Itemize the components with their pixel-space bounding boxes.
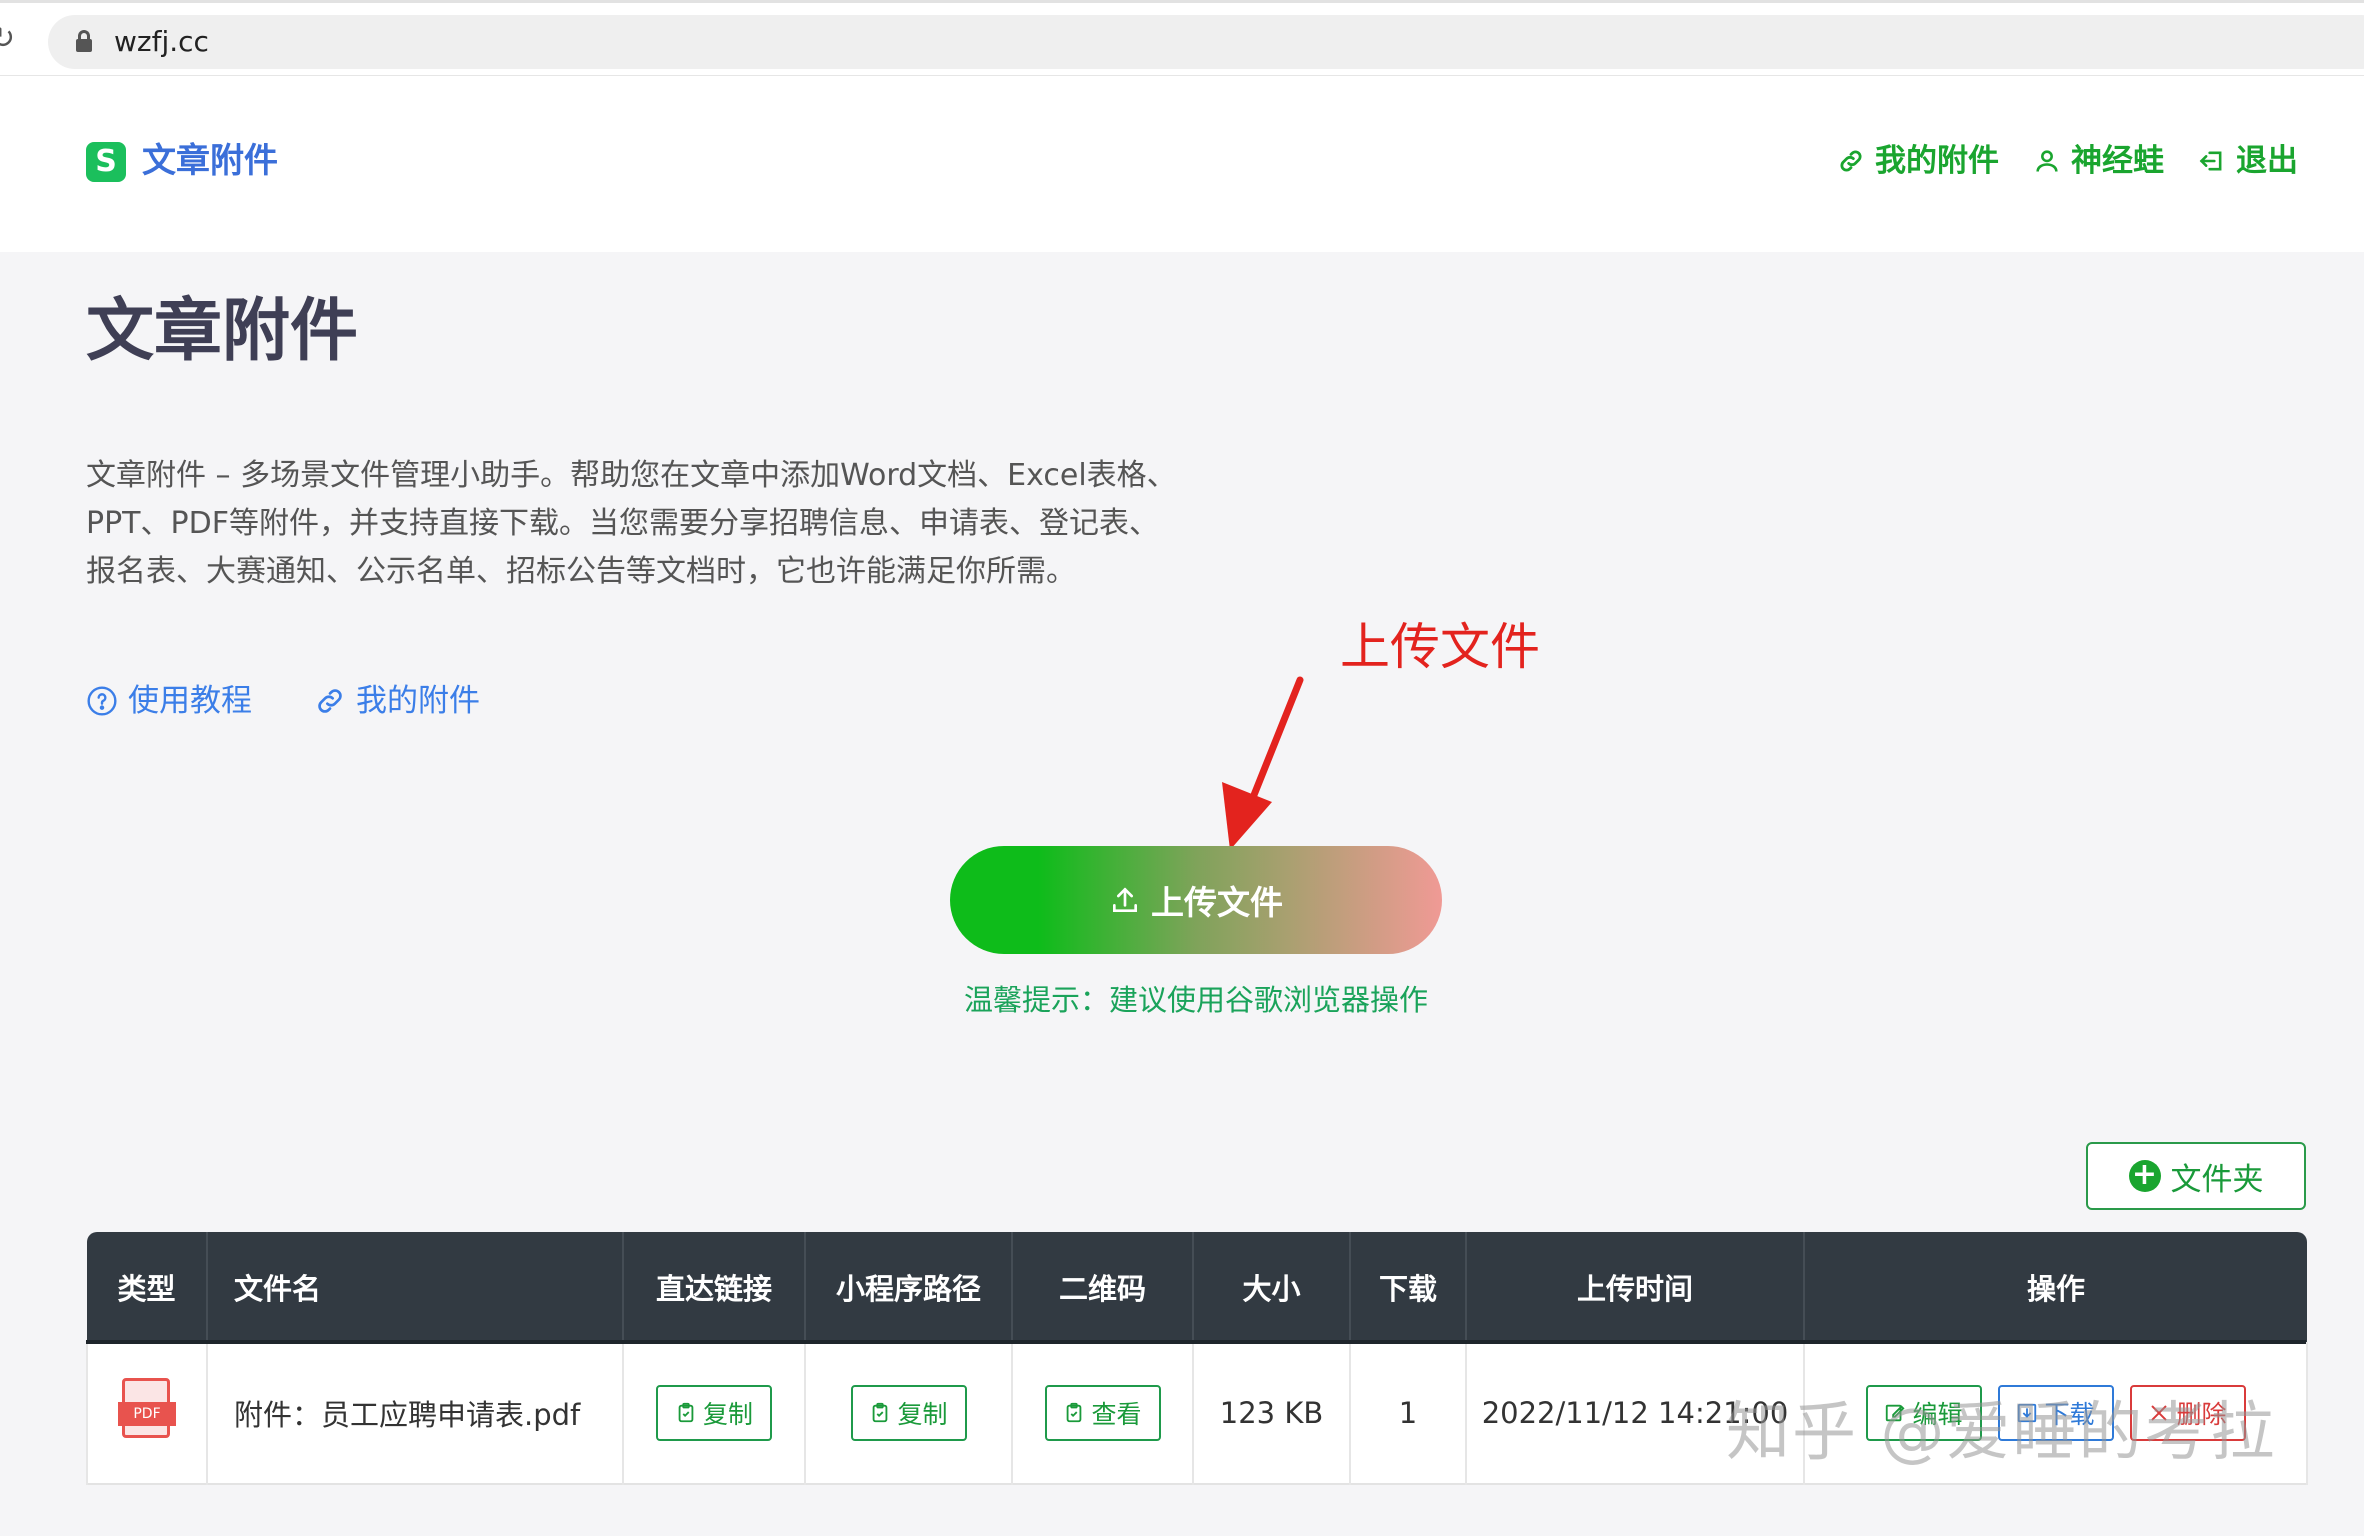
hero-links: 使用教程 我的附件 <box>86 676 480 726</box>
col-header-size: 大小 <box>1193 1232 1351 1342</box>
address-bar[interactable]: wzfj.cc <box>48 15 2364 69</box>
cell-type: PDF <box>86 1342 208 1484</box>
cell-mini-path: 复制 <box>805 1342 1013 1484</box>
col-header-qrcode: 二维码 <box>1012 1232 1194 1342</box>
watermark: 知乎 @爱睡的考拉 <box>1726 1396 2277 1470</box>
clipboard-icon <box>678 1402 694 1422</box>
upload-file-button[interactable]: 上传文件 <box>950 846 1442 954</box>
tutorial-link-label: 使用教程 <box>128 683 252 719</box>
browser-toolbar: ↻ wzfj.cc <box>0 0 2364 76</box>
cell-filename: 附件：员工应聘申请表.pdf <box>207 1342 624 1484</box>
new-folder-button[interactable]: + 文件夹 <box>2086 1142 2306 1210</box>
intro-text: 文章附件 – 多场景文件管理小助手。帮助您在文章中添加Word文档、Excel表… <box>86 458 1177 589</box>
col-header-downloads: 下载 <box>1350 1232 1467 1342</box>
table-header-row: 类型 文件名 直达链接 小程序路径 二维码 大小 下载 上传时间 操作 <box>87 1232 2307 1342</box>
help-circle-icon <box>87 686 117 716</box>
nav-label: 退出 <box>2236 143 2298 179</box>
upload-tip: 温馨提示：建议使用谷歌浏览器操作 <box>963 983 1428 1017</box>
cell-size: 123 KB <box>1193 1342 1351 1484</box>
clipboard-icon <box>873 1402 888 1422</box>
lock-icon <box>76 30 92 52</box>
cell-qrcode: 查看 <box>1012 1342 1194 1484</box>
logo-text[interactable]: 文章附件 <box>142 136 278 186</box>
copy-link-label: 复制 <box>702 1399 753 1429</box>
nav-user[interactable]: 神经蛙 <box>2033 136 2164 186</box>
col-header-direct-link: 直达链接 <box>623 1232 806 1342</box>
col-header-actions: 操作 <box>2026 1272 2085 1306</box>
copy-link-button[interactable]: 复制 <box>656 1384 772 1441</box>
col-header-filename: 文件名 <box>207 1232 624 1342</box>
logo-icon[interactable]: S <box>86 142 126 182</box>
pdf-file-icon: PDF <box>118 1378 176 1440</box>
copy-path-label: 复制 <box>897 1399 948 1429</box>
col-header-type: 类型 <box>87 1232 208 1342</box>
link-icon <box>318 689 342 713</box>
user-icon <box>2036 150 2058 172</box>
nav-logout[interactable]: 退出 <box>2198 136 2298 186</box>
reload-icon[interactable]: ↻ <box>0 21 18 57</box>
my-attachments-link[interactable]: 我的附件 <box>314 676 480 726</box>
view-qrcode-label: 查看 <box>1091 1399 1142 1429</box>
annotation-label: 上传文件 <box>1340 618 1540 676</box>
cell-downloads: 1 <box>1350 1342 1467 1484</box>
plus-circle-icon: + <box>2128 1160 2161 1192</box>
copy-path-button[interactable]: 复制 <box>850 1384 967 1441</box>
upload-button-label: 上传文件 <box>1151 883 1283 922</box>
nav-label: 我的附件 <box>1875 143 1999 179</box>
nav-label: 神经蛙 <box>2071 143 2164 179</box>
upload-icon <box>1113 887 1137 912</box>
col-header-upload-time: 上传时间 <box>1466 1232 1805 1342</box>
top-nav: 我的附件 神经蛙 退出 <box>1837 136 2298 186</box>
tutorial-link[interactable]: 使用教程 <box>86 676 252 726</box>
view-qrcode-button[interactable]: 查看 <box>1044 1384 1161 1441</box>
folder-button-label: 文件夹 <box>2170 1161 2264 1198</box>
nav-my-attachments[interactable]: 我的附件 <box>1837 136 1999 186</box>
url-text[interactable]: wzfj.cc <box>114 25 209 59</box>
my-attachments-link-label: 我的附件 <box>356 683 480 719</box>
col-header-mini-path: 小程序路径 <box>805 1232 1013 1342</box>
link-icon <box>1840 150 1862 172</box>
site-header: S 文章附件 我的附件 神经蛙 退出 <box>0 76 2364 252</box>
page-title: 文章附件 <box>86 292 359 371</box>
logout-icon <box>2199 151 2222 171</box>
cell-direct-link: 复制 <box>623 1342 806 1484</box>
annotation-arrow <box>1222 676 1304 850</box>
table-divider <box>86 1340 2306 1344</box>
clipboard-icon <box>1067 1402 1082 1422</box>
